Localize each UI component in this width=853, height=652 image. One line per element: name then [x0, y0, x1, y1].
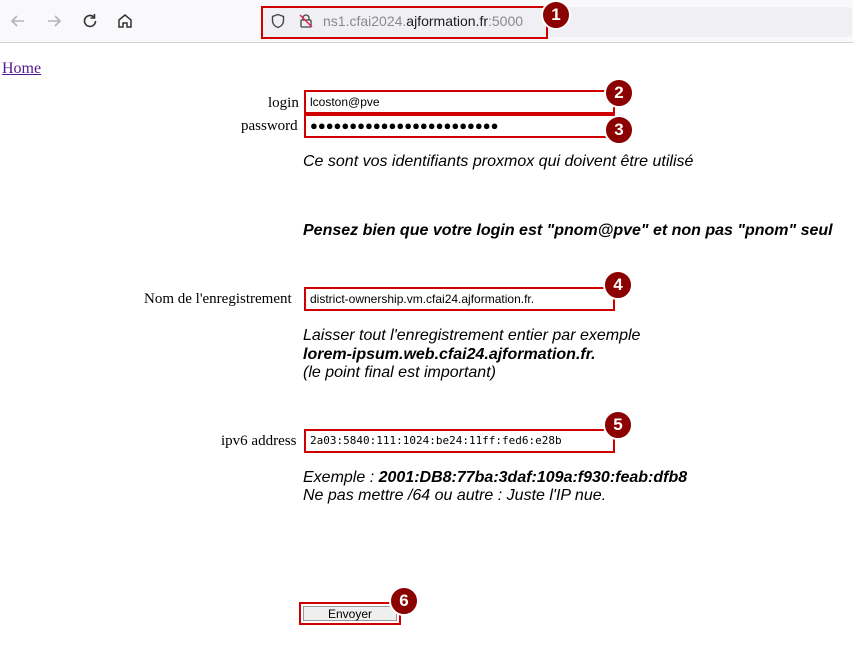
record-note-line3: (le point final est important) — [303, 364, 496, 381]
ipv6-input[interactable]: 2a03:5840:111:1024:be24:11ff:fed6:e28b — [304, 429, 615, 453]
reload-icon[interactable] — [78, 9, 102, 33]
forward-arrow-icon[interactable] — [42, 9, 66, 33]
home-icon[interactable] — [113, 9, 137, 33]
credentials-note: Ce sont vos identifiants proxmox qui doi… — [303, 153, 694, 170]
ipv6-note-prefix: Exemple : — [303, 469, 379, 486]
password-input[interactable]: ●●●●●●●●●●●●●●●●●●●●●●●● — [304, 114, 615, 138]
login-format-note: Pensez bien que votre login est "pnom@pv… — [303, 222, 833, 239]
login-label: login — [268, 95, 299, 111]
back-arrow-icon[interactable] — [6, 9, 30, 33]
ipv6-label: ipv6 address — [221, 433, 297, 449]
annotation-highlight-url — [261, 6, 548, 39]
ipv6-note-example-line: Exemple : 2001:DB8:77ba:3daf:109a:f930:f… — [303, 468, 687, 487]
login-input[interactable]: lcoston@pve — [304, 90, 615, 114]
annotation-badge-1: 1 — [541, 0, 571, 30]
record-note-line1: Laisser tout l'enregistrement entier par… — [303, 327, 641, 344]
record-name-input[interactable]: district-ownership.vm.cfai24.ajformation… — [304, 287, 615, 311]
annotation-badge-2: 2 — [604, 78, 634, 108]
annotation-badge-3: 3 — [604, 115, 634, 145]
annotation-badge-5: 5 — [603, 410, 633, 440]
record-name-label: Nom de l'enregistrement — [144, 291, 292, 307]
submit-button[interactable]: Envoyer — [303, 606, 397, 621]
home-link[interactable]: Home — [2, 60, 41, 78]
annotation-badge-4: 4 — [603, 270, 633, 300]
annotation-badge-6: 6 — [389, 586, 419, 616]
password-label: password — [241, 118, 298, 134]
browser-toolbar: ns1.cfai2024.ajformation.fr:5000 — [0, 0, 853, 43]
ipv6-note-line2: Ne pas mettre /64 ou autre : Juste l'IP … — [303, 487, 607, 504]
ipv6-note-example: 2001:DB8:77ba:3daf:109a:f930:feab:dfb8 — [378, 469, 688, 486]
submit-button-highlight: Envoyer — [299, 602, 401, 625]
record-note-example: lorem-ipsum.web.cfai24.ajformation.fr. — [303, 346, 596, 363]
